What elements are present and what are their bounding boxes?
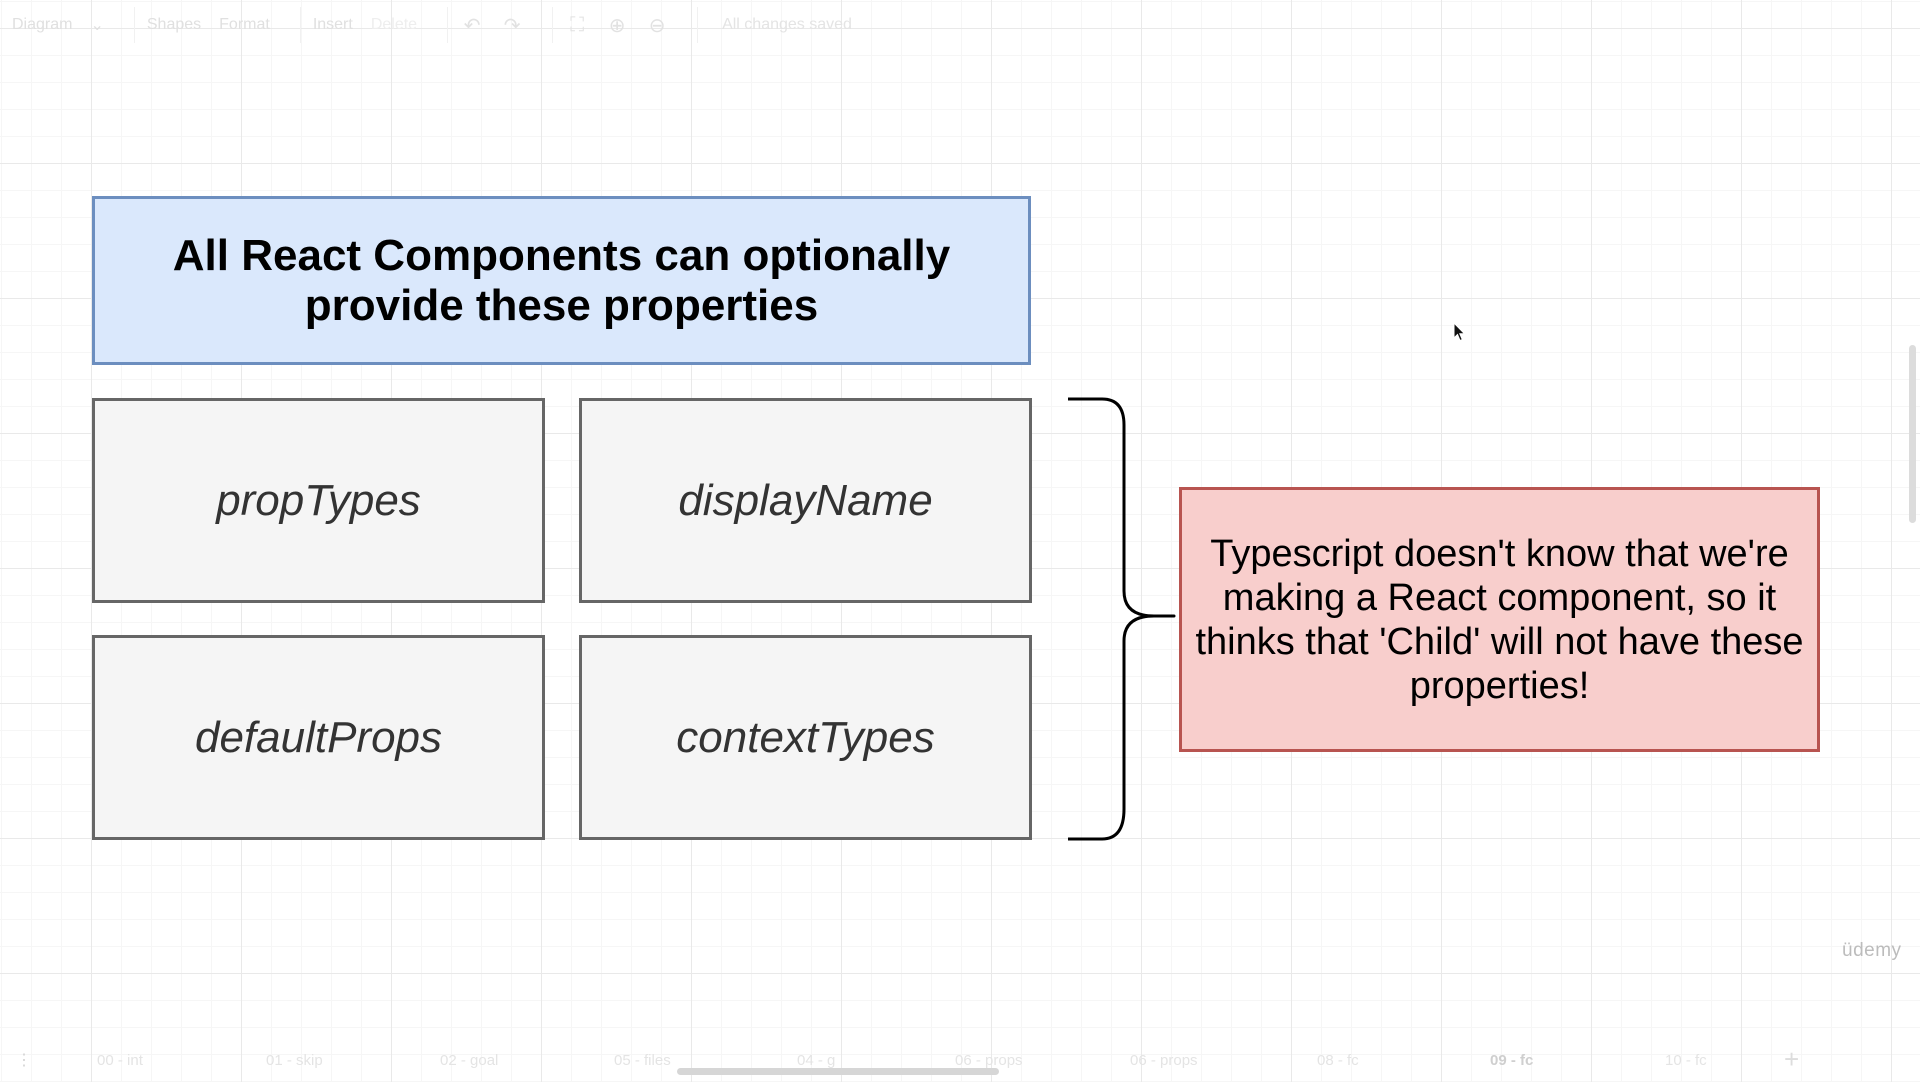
display-name-shape[interactable]: displayName — [579, 398, 1032, 603]
page-tab[interactable]: 02 - goal — [440, 1052, 498, 1069]
horizontal-scrollbar[interactable] — [677, 1068, 999, 1075]
zoom-in-icon[interactable]: ⊕ — [605, 13, 629, 38]
fullscreen-icon[interactable]: ⛶ — [565, 14, 589, 37]
shapes-menu[interactable]: Shapes — [147, 16, 201, 34]
page-tab[interactable]: 01 - skip — [266, 1052, 323, 1069]
context-types-label: contextTypes — [676, 712, 935, 762]
toolbar-group-history: ↶ ↷ — [448, 7, 554, 43]
redo-icon[interactable]: ↷ — [500, 13, 524, 38]
chevron-down-icon: ⌄ — [90, 17, 104, 34]
toolbar-group-panels: Shapes Format — [135, 7, 301, 43]
context-types-shape[interactable]: contextTypes — [579, 635, 1032, 840]
page-tabs: ⋮ 00 - int 01 - skip 02 - goal 05 - file… — [0, 1040, 1920, 1082]
default-props-label: defaultProps — [194, 712, 443, 762]
page-menu-icon[interactable]: ⋮ — [16, 1050, 32, 1070]
vertical-scrollbar[interactable] — [1909, 345, 1916, 523]
display-name-label: displayName — [678, 475, 933, 525]
page-tab[interactable]: 04 - g — [797, 1052, 835, 1069]
watermark-logo: üdemy — [1842, 940, 1902, 961]
title-shape[interactable]: All React Components can optionally prov… — [92, 196, 1031, 365]
page-tab[interactable]: 08 - fc — [1317, 1052, 1359, 1069]
title-text: All React Components can optionally prov… — [173, 231, 950, 331]
format-menu[interactable]: Format — [219, 16, 270, 34]
page-tab[interactable]: 00 - int — [97, 1052, 143, 1069]
cursor-icon — [1453, 322, 1466, 342]
page-tab[interactable]: 06 - props — [1130, 1052, 1198, 1069]
brace-icon[interactable] — [1062, 395, 1182, 845]
zoom-out-icon[interactable]: ⊖ — [645, 13, 669, 38]
undo-icon[interactable]: ↶ — [460, 13, 484, 38]
title-line-1: All React Components can optionally — [172, 230, 951, 280]
page-tab[interactable]: 05 - files — [614, 1052, 671, 1069]
page-tab[interactable]: 10 - fc — [1665, 1052, 1707, 1069]
delete-button[interactable]: Delete — [371, 16, 417, 34]
page-tab[interactable]: 06 - props — [955, 1052, 1023, 1069]
diagram-menu[interactable]: Diagram — [12, 16, 72, 34]
title-line-2: provide these properties — [304, 280, 819, 330]
note-text: Typescript doesn't know that we're makin… — [1195, 532, 1804, 707]
prop-types-label: propTypes — [216, 475, 421, 525]
insert-menu[interactable]: Insert — [313, 16, 353, 34]
page-tab-active[interactable]: 09 - fc — [1490, 1052, 1533, 1069]
toolbar-group-view: ⛶ ⊕ ⊖ — [553, 7, 699, 43]
toolbar: Diagram ⌄ Shapes Format Insert Delete ↶ … — [0, 0, 1920, 50]
add-page-button[interactable]: + — [1784, 1044, 1799, 1075]
note-shape[interactable]: Typescript doesn't know that we're makin… — [1179, 487, 1820, 752]
toolbar-group-diagram: Diagram ⌄ — [0, 7, 135, 43]
prop-types-shape[interactable]: propTypes — [92, 398, 545, 603]
toolbar-group-edit: Insert Delete — [301, 7, 449, 43]
diagram-canvas[interactable]: Diagram ⌄ Shapes Format Insert Delete ↶ … — [0, 0, 1920, 1082]
default-props-shape[interactable]: defaultProps — [92, 635, 545, 840]
save-status: All changes saved — [722, 16, 852, 33]
